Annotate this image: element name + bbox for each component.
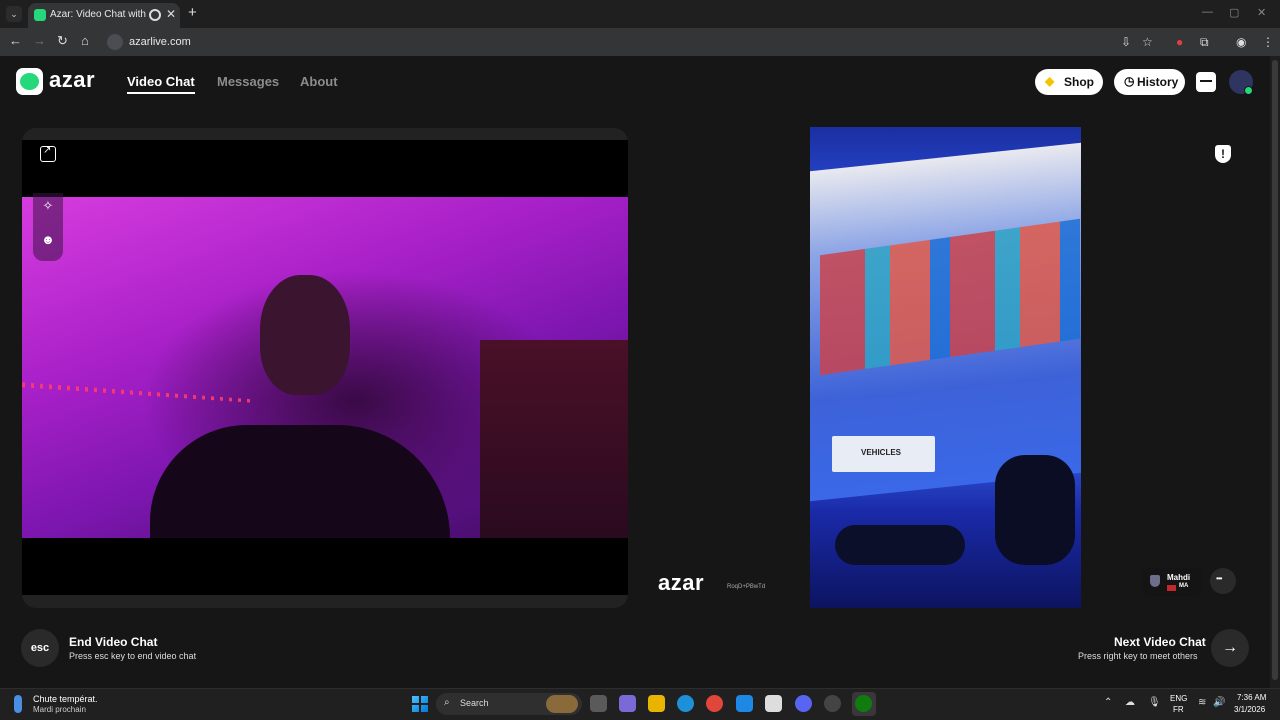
remote-mic-object [995,455,1075,565]
weather-line-1[interactable]: Chute températ. [33,694,98,704]
end-chat-title: End Video Chat [69,635,158,649]
store-icon[interactable] [765,695,782,712]
onedrive-icon[interactable]: ☁ [1125,697,1135,708]
nav-video-chat[interactable]: Video Chat [127,74,195,89]
minimize-button[interactable]: — [1202,6,1213,18]
peer-country: MA [1179,583,1189,589]
extensions-puzzle-icon[interactable]: ⧉ [1200,35,1209,50]
clock-date[interactable]: 3/1/2026 [1234,705,1265,714]
avatar-status-badge [1244,86,1253,95]
browser-toolbar: ← → ↻ ⌂ [0,28,1280,56]
person-head [260,275,350,395]
m365-icon[interactable] [619,695,636,712]
site-info-icon[interactable] [107,34,123,50]
profile-icon[interactable]: ◉ [1236,35,1246,49]
shop-button[interactable]: ◆ Shop [1035,69,1103,95]
url-text[interactable]: azarlive.com [129,36,191,48]
mail-icon[interactable] [736,695,753,712]
microphone-icon[interactable]: 🎙 [1148,697,1161,708]
watermark-id: RoqD+PBwTd [727,584,766,590]
tab-close-icon[interactable]: ✕ [166,7,176,21]
person-body [150,425,450,538]
edge-icon[interactable] [677,695,694,712]
azar-logo-text[interactable]: azar [49,67,95,93]
next-chat-arrow-icon[interactable]: → [1211,629,1249,667]
next-chat-title: Next Video Chat [1114,635,1206,649]
search-label: Search [460,698,489,708]
install-app-icon[interactable]: ⇩ [1121,35,1131,49]
remote-controller-object [835,525,965,565]
nav-messages[interactable]: Messages [217,74,279,89]
expand-icon[interactable] [40,145,56,162]
scrollbar-thumb[interactable] [1272,60,1278,680]
nav-about[interactable]: About [300,74,338,89]
tab-list-button[interactable]: ⌄ [6,6,22,22]
end-chat-hint: Press esc key to end video chat [69,651,197,661]
search-highlight-art [546,695,578,713]
maximize-button[interactable]: ▢ [1229,6,1239,19]
history-label: History [1137,75,1179,89]
language-indicator[interactable]: ENG [1170,694,1187,703]
shop-label: Shop [1064,75,1094,89]
sticker-face-icon[interactable]: ☻ [40,232,56,248]
azar-watermark: azar [658,570,705,595]
windows-start-icon[interactable] [412,696,428,712]
browser-tab[interactable]: Azar: Video Chat with New ✕ [28,3,180,28]
nav-active-underline [127,92,195,94]
back-icon[interactable]: ← [9,33,22,48]
report-shield-icon[interactable]: ! [1215,145,1231,163]
windows-taskbar [0,688,1280,720]
tab-recording-icon[interactable] [149,9,161,21]
keyboard-layout[interactable]: FR [1173,705,1184,714]
search-icon: ⌕ [444,697,450,708]
home-icon[interactable]: ⌂ [81,33,89,48]
extension-icon[interactable]: ● [1176,35,1183,49]
azar-favicon-icon [34,9,46,21]
inbox-icon[interactable] [1196,72,1216,92]
peer-name: Mahdi [1167,573,1191,582]
tray-overflow-icon[interactable]: ⌃ [1104,697,1112,708]
close-window-button[interactable]: ✕ [1257,6,1266,19]
weather-line-2[interactable]: Mardi prochain [33,705,86,714]
wifi-icon[interactable]: ≋ [1198,697,1206,708]
clock-icon: ◷ [1124,74,1135,88]
address-bar[interactable] [103,31,1163,53]
browser-menu-icon[interactable]: ⋮ [1262,35,1274,49]
file-explorer-icon[interactable] [648,695,665,712]
next-chat-hint: Press right key to meet others [1078,651,1198,661]
history-button[interactable]: ◷ History [1114,69,1185,95]
task-view-icon[interactable] [590,695,607,712]
discord-icon[interactable] [795,695,812,712]
new-tab-button[interactable]: + [188,4,197,21]
magic-wand-icon[interactable]: ✧ [40,198,56,214]
thermometer-icon[interactable] [14,695,22,713]
local-user-silhouette [150,275,450,538]
steam-icon[interactable] [824,695,841,712]
morocco-flag-icon [1167,585,1176,591]
peer-badge-icon [1150,575,1160,587]
bookmark-star-icon[interactable]: ☆ [1142,35,1153,49]
gem-icon: ◆ [1045,74,1055,88]
background-shelf [480,340,628,538]
game-card-text: VEHICLES [861,448,902,457]
clock-time[interactable]: 7:36 AM [1237,693,1266,702]
volume-icon[interactable]: 🔊 [1213,697,1225,708]
azar-logo-mark [20,73,39,90]
tab-title: Azar: Video Chat with New [50,9,146,20]
end-chat-button[interactable]: esc [21,629,59,667]
xbox-icon[interactable] [855,695,872,712]
forward-icon[interactable]: → [33,33,46,48]
chrome-icon[interactable] [706,695,723,712]
reload-icon[interactable]: ↻ [57,33,68,49]
chat-bubble-icon[interactable] [1210,568,1236,594]
